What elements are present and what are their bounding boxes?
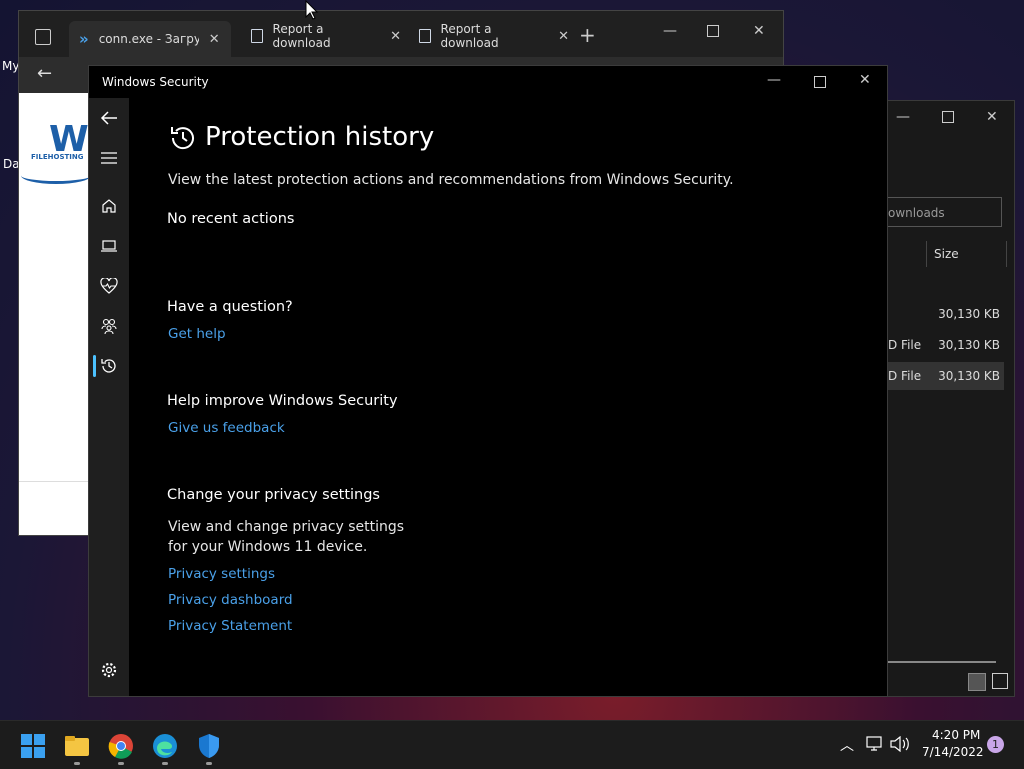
nav-settings[interactable] xyxy=(89,652,129,688)
feedback-link[interactable]: Give us feedback xyxy=(168,420,285,436)
hamburger-icon xyxy=(101,152,117,164)
chevron-right-icon: » xyxy=(79,30,89,48)
tab-report-download-1[interactable]: Report a download ✕ xyxy=(241,22,401,50)
tab-conn-exe[interactable]: » conn.exe - Загрузи ✕ xyxy=(69,21,231,57)
page-title: Protection history xyxy=(205,122,435,152)
windows-start-icon[interactable] xyxy=(20,733,46,759)
nav-health[interactable] xyxy=(89,268,129,304)
tab-actions-icon[interactable] xyxy=(35,29,51,45)
family-icon xyxy=(101,318,117,335)
selected-indicator xyxy=(93,355,96,377)
document-icon xyxy=(419,29,431,43)
clock-time[interactable]: 4:20 PM xyxy=(932,728,980,742)
nav-device[interactable] xyxy=(89,228,129,264)
nav-family[interactable] xyxy=(89,308,129,344)
navigation-sidebar xyxy=(89,98,129,696)
minimize-icon[interactable]: — xyxy=(663,23,677,39)
privacy-settings-link[interactable]: Privacy settings xyxy=(168,566,275,582)
maximize-icon[interactable] xyxy=(814,76,826,88)
windows-security-window: Windows Security — ✕ Protection history … xyxy=(88,65,888,697)
question-heading: Have a question? xyxy=(167,299,293,315)
back-arrow-icon[interactable]: ← xyxy=(37,63,52,84)
list-item[interactable]: 30,130 KB xyxy=(888,300,1004,328)
horizontal-scrollbar[interactable] xyxy=(888,661,996,663)
maximize-icon[interactable] xyxy=(707,25,719,37)
network-icon[interactable] xyxy=(866,736,884,752)
minimize-icon[interactable]: — xyxy=(767,72,781,88)
privacy-dashboard-link[interactable]: Privacy dashboard xyxy=(168,592,293,608)
column-header-size[interactable]: Size xyxy=(888,241,1008,269)
back-arrow-icon xyxy=(100,111,117,125)
document-icon xyxy=(251,29,263,43)
improve-heading: Help improve Windows Security xyxy=(167,393,398,409)
close-icon[interactable]: ✕ xyxy=(209,32,220,47)
list-item[interactable]: D File 30,130 KB xyxy=(888,362,1004,390)
window-title: Windows Security xyxy=(102,75,209,89)
desktop-label-my: My xyxy=(2,59,20,73)
tiles-view-icon[interactable] xyxy=(992,673,1008,689)
back-button[interactable] xyxy=(89,100,129,136)
search-input[interactable]: ownloads xyxy=(888,197,1002,227)
mouse-cursor-icon xyxy=(305,0,319,20)
title-bar: Windows Security — ✕ xyxy=(89,66,887,98)
close-icon[interactable]: ✕ xyxy=(753,23,765,39)
maximize-icon[interactable] xyxy=(942,111,954,123)
nav-home[interactable] xyxy=(89,188,129,224)
details-view-icon[interactable] xyxy=(968,673,986,691)
edge-icon[interactable] xyxy=(152,733,178,759)
chrome-icon[interactable] xyxy=(108,733,134,759)
menu-button[interactable] xyxy=(89,140,129,176)
gear-icon xyxy=(101,662,117,678)
close-icon[interactable]: ✕ xyxy=(986,109,998,125)
volume-icon[interactable] xyxy=(890,736,910,752)
history-icon xyxy=(171,127,194,150)
tab-report-download-2[interactable]: Report a download ✕ xyxy=(409,22,569,50)
heart-pulse-icon xyxy=(100,278,118,294)
no-actions-text: No recent actions xyxy=(167,211,295,227)
clock-date[interactable]: 7/14/2022 xyxy=(922,745,984,759)
file-explorer-icon[interactable] xyxy=(64,733,90,759)
list-item[interactable]: D File 30,130 KB xyxy=(888,331,1004,359)
history-icon xyxy=(101,359,116,373)
home-icon xyxy=(102,199,116,213)
site-logo-subtext: FILEHOSTING xyxy=(31,153,84,161)
privacy-description-line1: View and change privacy settings xyxy=(168,519,405,535)
notification-badge[interactable]: 1 xyxy=(987,736,1004,753)
tab-label: Report a download xyxy=(272,22,331,50)
file-explorer-window: — ✕ ownloads Size 30,130 KB D File 30,130… xyxy=(888,100,1015,697)
close-icon[interactable]: ✕ xyxy=(859,72,871,88)
minimize-icon[interactable]: — xyxy=(896,109,910,125)
chevron-up-icon[interactable]: ︿ xyxy=(840,735,854,755)
close-icon[interactable]: ✕ xyxy=(390,29,401,44)
windows-security-shield-icon[interactable] xyxy=(196,733,222,759)
laptop-icon xyxy=(101,240,117,252)
site-logo: W FILEHOSTING xyxy=(15,119,95,184)
privacy-heading: Change your privacy settings xyxy=(167,487,380,503)
taskbar: ︿ 4:20 PM 7/14/2022 1 xyxy=(0,720,1024,769)
tab-label: Report a download xyxy=(440,22,499,50)
get-help-link[interactable]: Get help xyxy=(168,326,226,342)
nav-protection-history[interactable] xyxy=(89,348,129,384)
privacy-description-line2: for your Windows 11 device. xyxy=(168,539,368,555)
tab-label: conn.exe - Загрузи xyxy=(98,32,199,46)
new-tab-button[interactable]: + xyxy=(579,23,596,47)
close-icon[interactable]: ✕ xyxy=(558,29,569,44)
browser-tab-bar: » conn.exe - Загрузи ✕ Report a download… xyxy=(19,11,783,57)
privacy-statement-link[interactable]: Privacy Statement xyxy=(168,618,292,634)
page-description: View the latest protection actions and r… xyxy=(168,172,734,188)
